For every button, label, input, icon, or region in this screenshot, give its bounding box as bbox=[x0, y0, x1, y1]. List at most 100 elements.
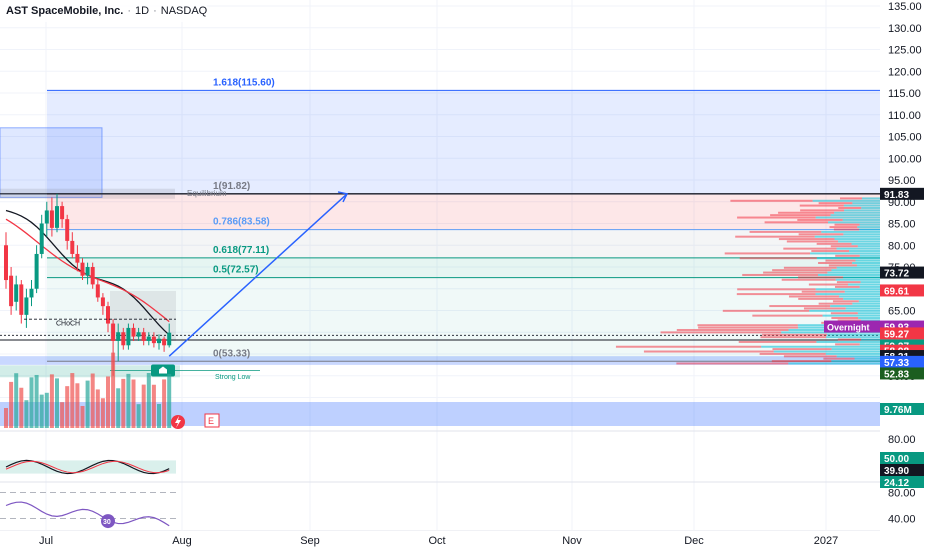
volume-badge-label: 9.76M bbox=[884, 405, 912, 416]
price-tick-label: 115.00 bbox=[888, 88, 921, 100]
time-tick-label: Aug bbox=[172, 535, 192, 547]
volume-profile-bar bbox=[739, 257, 817, 260]
time-axis-bg bbox=[0, 531, 932, 550]
volume-profile-bar bbox=[724, 252, 811, 255]
volume-profile-bar bbox=[737, 288, 816, 291]
volume-bar bbox=[9, 381, 14, 428]
volume-profile-bar bbox=[834, 238, 880, 241]
stoch-badge-label: 24.12 bbox=[884, 478, 909, 489]
stochastic-pane bbox=[0, 459, 176, 475]
volume-bar bbox=[80, 405, 85, 428]
volume-profile-bar bbox=[834, 211, 880, 214]
volume-profile-bar bbox=[835, 343, 860, 346]
volume-profile-bar bbox=[815, 288, 880, 291]
volume-bar bbox=[157, 403, 161, 428]
volume-profile-bar bbox=[862, 197, 880, 200]
candle-body bbox=[75, 253, 80, 263]
candle-body bbox=[34, 253, 39, 289]
price-tick-label: 100.00 bbox=[888, 153, 922, 165]
volume-profile-bar bbox=[835, 254, 860, 257]
volume-profile-bar bbox=[810, 252, 880, 255]
volume-profile-bar bbox=[737, 216, 816, 219]
candle-body bbox=[85, 267, 90, 276]
candle-body bbox=[146, 336, 151, 341]
volume-profile-bar bbox=[861, 206, 880, 209]
volume-profile-bar bbox=[676, 362, 789, 365]
stoch-badge-label: 50.00 bbox=[884, 454, 909, 465]
volume-bar bbox=[131, 379, 136, 428]
symbol-title-bar[interactable]: AST SpaceMobile, Inc. · 1D · NASDAQ bbox=[0, 0, 208, 22]
fib-zone-1618 bbox=[47, 90, 880, 194]
volume-profile-bar bbox=[844, 209, 880, 212]
volume-profile-bar bbox=[769, 305, 831, 308]
chart-wrapper: 1.618(115.60) 1(91.82) 0.786(83.58) 0.618(7… bbox=[0, 0, 932, 550]
volume-profile-bar bbox=[855, 259, 880, 262]
stoch-tick-label: 80.00 bbox=[888, 434, 916, 446]
fib-label: 0.618(77.11) bbox=[213, 245, 269, 256]
volume-profile-bar bbox=[825, 259, 856, 262]
candle-body bbox=[55, 206, 59, 228]
volume-profile-bar bbox=[843, 276, 880, 279]
volume-bar bbox=[90, 373, 95, 428]
earnings-label: E bbox=[208, 416, 214, 426]
volume-profile-bar bbox=[830, 305, 880, 308]
price-tick-label: 110.00 bbox=[888, 110, 921, 122]
volume-profile-bar bbox=[759, 352, 826, 355]
symbol-name[interactable]: AST SpaceMobile, Inc. bbox=[6, 5, 123, 17]
volume-profile-bar bbox=[808, 283, 848, 286]
volume-profile-bar bbox=[798, 276, 844, 279]
time-axis: Jul Aug Sep Oct Nov Dec 2027 bbox=[0, 531, 932, 550]
volume-profile-bar bbox=[830, 245, 858, 248]
volume-profile-bar bbox=[847, 283, 880, 286]
interval-label[interactable]: 1D bbox=[135, 5, 149, 17]
volume-profile-bar bbox=[831, 269, 880, 272]
volume-profile-bar bbox=[778, 211, 835, 214]
title-separator: · bbox=[153, 5, 157, 17]
volume-profile-bar bbox=[801, 290, 845, 293]
volume-profile-bar bbox=[831, 360, 880, 363]
volume-profile-bar bbox=[814, 235, 880, 238]
volume-profile-bar bbox=[816, 340, 880, 343]
time-tick-label: Oct bbox=[428, 535, 445, 547]
volume-profile-bar bbox=[858, 317, 880, 320]
candle-body bbox=[100, 297, 105, 307]
volume-profile-bar bbox=[660, 331, 782, 334]
candle-body bbox=[49, 210, 54, 228]
volume-profile-bar bbox=[858, 300, 880, 303]
volume-bar bbox=[106, 376, 110, 428]
candle-body bbox=[90, 267, 95, 285]
volume-profile-bar bbox=[861, 338, 880, 341]
volume-profile-bar bbox=[771, 360, 832, 363]
choch-label: CHoCH bbox=[56, 321, 80, 328]
candle-body bbox=[111, 323, 116, 341]
chart-svg[interactable]: 1.618(115.60)1(91.82)0.786(83.58)0.618(7… bbox=[0, 0, 932, 550]
price-tick-label: 105.00 bbox=[888, 132, 922, 144]
candle-body bbox=[44, 210, 49, 224]
volume-profile-bar bbox=[830, 312, 858, 315]
stoch-badge-label: 39.90 bbox=[884, 466, 909, 477]
volume-profile-bar bbox=[722, 309, 810, 312]
volume-profile-bar bbox=[816, 242, 852, 245]
volume-profile-bar bbox=[749, 230, 822, 233]
volume-profile-bar bbox=[798, 297, 844, 300]
volume-bar bbox=[14, 373, 19, 428]
equilibrium-label: Equilibrium bbox=[187, 189, 227, 198]
volume-bar bbox=[162, 379, 167, 428]
price-tick-label: 80.00 bbox=[888, 240, 916, 252]
volume-profile-bar bbox=[851, 242, 880, 245]
candle-body bbox=[9, 275, 14, 307]
candle-body bbox=[95, 284, 100, 298]
volume-profile-bar bbox=[832, 300, 859, 303]
volume-profile-bar bbox=[859, 343, 880, 346]
volume-profile-bar bbox=[833, 228, 860, 231]
volume-profile-bar bbox=[800, 209, 845, 212]
volume-profile-bar bbox=[788, 362, 880, 365]
fib-label: 1.618(115.60) bbox=[213, 77, 275, 88]
volume-profile-bar bbox=[811, 250, 850, 253]
candle-body bbox=[24, 297, 29, 315]
volume-bar bbox=[4, 408, 8, 428]
volume-profile-bar bbox=[772, 348, 832, 351]
volume-profile-bar bbox=[828, 264, 857, 267]
volume-profile-bar bbox=[836, 281, 861, 284]
volume-profile-bar bbox=[836, 247, 880, 250]
